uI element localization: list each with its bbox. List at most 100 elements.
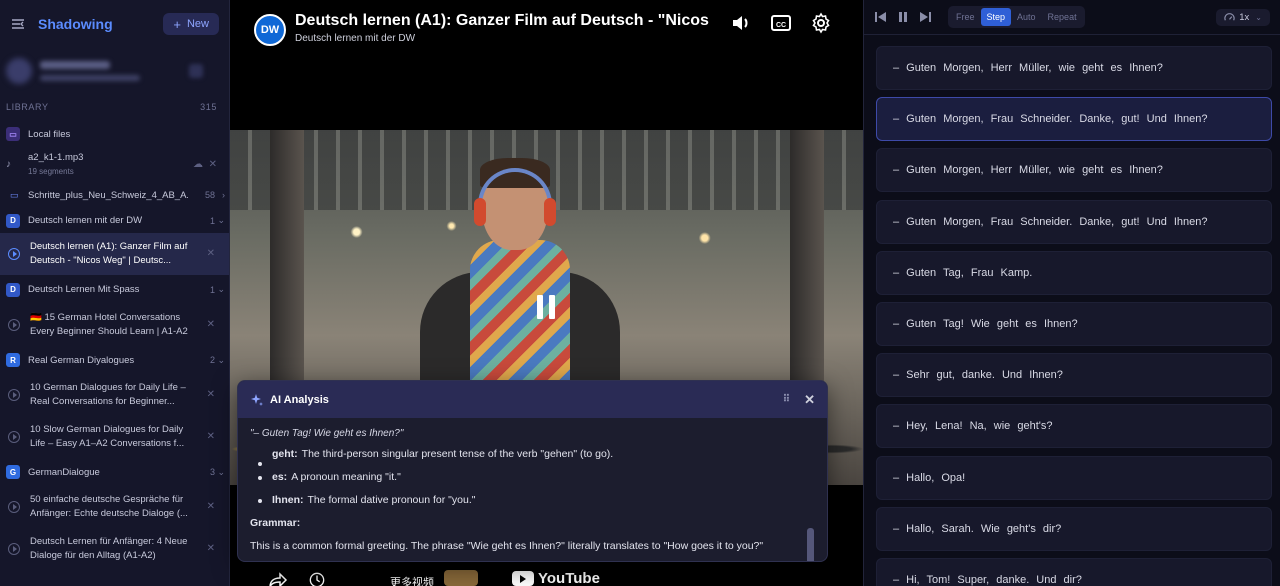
skip-previous-icon[interactable]	[874, 10, 888, 24]
remove-icon[interactable]: ✕	[207, 542, 215, 556]
channel-spass[interactable]: D Deutsch Lernen Mit Spass 1 ⌄	[0, 275, 229, 304]
mode-step[interactable]: Step	[980, 8, 1012, 26]
ai-analysis-header[interactable]: AI Analysis ⠿ ✕	[238, 381, 827, 418]
remove-icon[interactable]: ✕	[207, 388, 215, 402]
collapse-sidebar-icon[interactable]	[10, 16, 26, 32]
transcript-panel: Free Step Auto Repeat 1x ⌄ – Guten Morge…	[863, 0, 1280, 586]
volume-icon[interactable]	[730, 12, 752, 34]
play-icon	[8, 389, 20, 401]
more-videos-link[interactable]: 更多视频	[390, 574, 434, 586]
segment-item[interactable]: – Hallo, Opa!	[876, 455, 1272, 500]
segment-item[interactable]: – Guten Morgen, Herr Müller, wie geht es…	[876, 46, 1272, 90]
library-heading: LIBRARY 315	[0, 94, 229, 120]
drag-handle-icon[interactable]: ⠿	[783, 394, 790, 405]
channel-count: 3	[209, 467, 215, 477]
segment-item[interactable]: – Guten Morgen, Herr Müller, wie geht es…	[876, 148, 1272, 193]
library-item-sub: 19 segments	[28, 167, 74, 176]
segment-list: – Guten Morgen, Herr Müller, wie geht es…	[876, 46, 1272, 586]
channel-count: 1	[209, 284, 215, 295]
video-label: 10 German Dialogues for Daily Life – Rea…	[30, 382, 186, 407]
segment-item[interactable]: – Sehr gut, danke. Und Ihnen?	[876, 353, 1272, 398]
channel-label: Deutsch Lernen Mit Spass	[28, 284, 140, 295]
library-item-label: Local files	[28, 128, 71, 140]
segment-item-active[interactable]: – Guten Morgen, Frau Schneider. Danke, g…	[876, 97, 1272, 142]
segment-item[interactable]: – Guten Tag, Frau Kamp.	[876, 250, 1272, 295]
library-video[interactable]: Deutsch Lernen für Anfänger: 4 Neue Dial…	[0, 528, 229, 570]
chevron-down-icon[interactable]: ⌄	[217, 467, 225, 478]
library-title: LIBRARY	[6, 102, 49, 112]
segment-item[interactable]: – Guten Morgen, Frau Schneider. Danke, g…	[876, 199, 1272, 244]
remove-icon[interactable]: ✕	[207, 318, 215, 332]
channel-german-dialogue[interactable]: G GermanDialogue 3 ⌄	[0, 458, 229, 486]
new-button[interactable]: + New	[163, 13, 219, 35]
video-label: 50 einfache deutsche Gespräche für Anfän…	[30, 494, 188, 519]
channel-badge: D	[6, 282, 20, 297]
ai-term: geht:	[272, 448, 298, 460]
ai-bullet: Ihnen: The formal dative pronoun for "you…	[250, 489, 815, 512]
remove-icon[interactable]: ✕	[207, 247, 215, 261]
share-icon[interactable]	[268, 572, 288, 586]
youtube-label: YouTube	[538, 570, 600, 586]
library-video[interactable]: 50 einfache deutsche Gespräche für Anfän…	[0, 486, 229, 528]
library-item-count: 58	[204, 190, 215, 200]
skip-next-icon[interactable]	[918, 10, 932, 24]
transcript-toolbar: Free Step Auto Repeat 1x ⌄	[864, 0, 1280, 35]
channel-real-german[interactable]: R Real German Diyalogues 2 ⌄	[0, 346, 229, 374]
segment-item[interactable]: – Hi, Tom! Super, danke. Und dir?	[876, 557, 1272, 586]
new-button-label: New	[186, 18, 209, 30]
cloud-icon[interactable]: ☁	[193, 158, 203, 172]
chevron-right-icon[interactable]: ›	[222, 190, 225, 200]
segment-item[interactable]: – Hey, Lena! Na, wie geht's?	[876, 404, 1272, 449]
library-item-local-files[interactable]: ▭ Local files	[0, 120, 229, 148]
library-video[interactable]: 🇩🇪 15 German Hotel Conversations Every B…	[0, 304, 229, 346]
watch-later-icon[interactable]	[308, 572, 326, 586]
ai-quote: "– Guten Tag! Wie geht es Ihnen?"	[250, 428, 404, 439]
library-video-active[interactable]: Deutsch lernen (A1): Ganzer Film auf Deu…	[0, 233, 229, 275]
close-icon[interactable]: ✕	[804, 392, 815, 408]
library-video[interactable]: 10 German Dialogues for Daily Life – Rea…	[0, 374, 229, 416]
speed-icon	[1224, 12, 1235, 21]
segment-item[interactable]: – Guten Tag! Wie geht es Ihnen?	[876, 301, 1272, 346]
remove-icon[interactable]: ✕	[209, 158, 217, 172]
channel-dw[interactable]: D Deutsch lernen mit der DW 1 ⌄	[0, 208, 229, 233]
mode-free[interactable]: Free	[950, 8, 981, 26]
sidebar: Shadowing + New LIBRARY 315 ▭ Local files…	[0, 0, 230, 586]
chevron-down-icon[interactable]: ⌄	[217, 355, 225, 366]
library-item-label: a2_k1-1.mp3	[28, 152, 84, 163]
segment-item[interactable]: – Hallo, Sarah. Wie geht's dir?	[876, 506, 1272, 551]
remove-icon[interactable]: ✕	[207, 430, 215, 444]
chevron-down-icon[interactable]: ⌄	[217, 284, 225, 295]
speed-select[interactable]: 1x ⌄	[1216, 8, 1270, 26]
remove-icon[interactable]: ✕	[207, 500, 215, 514]
ai-analysis-title: AI Analysis	[270, 393, 329, 406]
library-item-folder[interactable]: ▭ Schritte_plus_Neu_Schweiz_4_AB_A... 58…	[0, 182, 229, 208]
pause-icon[interactable]	[537, 295, 555, 319]
play-icon	[8, 501, 20, 513]
youtube-logo[interactable]: YouTube	[512, 570, 600, 586]
channel-logo[interactable]: DW	[254, 14, 286, 46]
video-label: 🇩🇪 15 German Hotel Conversations Every B…	[30, 312, 188, 337]
account-row[interactable]	[0, 48, 229, 94]
captions-icon[interactable]: CC	[770, 12, 792, 34]
mode-auto[interactable]: Auto	[1011, 8, 1042, 26]
video-title[interactable]: Deutsch lernen (A1): Ganzer Film auf Deu…	[295, 12, 711, 30]
mode-repeat[interactable]: Repeat	[1042, 8, 1083, 26]
app: Shadowing + New LIBRARY 315 ▭ Local files…	[0, 0, 1280, 586]
video-header: DW Deutsch lernen (A1): Ganzer Film auf …	[230, 0, 863, 130]
pause-icon[interactable]	[896, 10, 910, 24]
scrollbar[interactable]	[807, 528, 814, 561]
video-channel[interactable]: Deutsch lernen mit der DW	[295, 33, 415, 44]
channel-label: GermanDialogue	[28, 466, 100, 478]
play-icon	[8, 431, 20, 443]
ai-bullet: es: A pronoun meaning "it."	[250, 466, 815, 489]
chevron-down-icon[interactable]: ⌄	[217, 215, 225, 226]
account-action-icon[interactable]	[189, 64, 203, 78]
settings-icon[interactable]	[810, 12, 832, 34]
channel-badge: R	[6, 353, 20, 367]
library-item-file[interactable]: ♪ a2_k1-1.mp3 19 segments ☁ ✕	[0, 148, 229, 182]
video-label: Deutsch Lernen für Anfänger: 4 Neue Dial…	[30, 536, 188, 561]
library-video[interactable]: 10 Slow German Dialogues for Daily Life …	[0, 416, 229, 458]
more-videos-thumbnail[interactable]	[444, 570, 478, 586]
channel-label: Deutsch lernen mit der DW	[28, 215, 143, 226]
ai-analysis-content[interactable]: "– Guten Tag! Wie geht es Ihnen?" geht: T…	[238, 418, 827, 561]
